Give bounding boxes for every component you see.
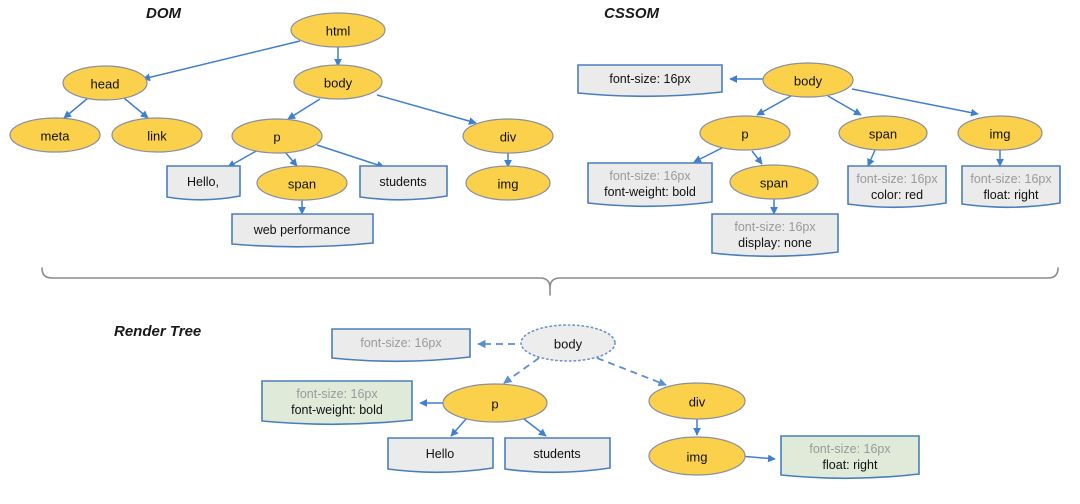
cssom-stylebox-p-inherited: font-size: 16px — [609, 169, 691, 183]
render-node-body[interactable]: body — [520, 324, 616, 362]
cssom-node-span[interactable]: span — [838, 115, 928, 151]
render-tree-group: font-size: 16px body p div img font-size… — [261, 324, 920, 480]
render-node-div[interactable]: div — [648, 382, 746, 420]
render-edge-p-students — [523, 418, 547, 437]
cssom-node-body-label: body — [794, 74, 823, 89]
dom-textnode-webperformance[interactable]: web performance — [231, 213, 374, 248]
dom-node-html[interactable]: html — [290, 12, 386, 48]
dom-node-img-label: img — [498, 177, 519, 192]
render-stylebox-body[interactable]: font-size: 16px — [331, 328, 471, 363]
cssom-stylebox-p[interactable]: font-size: 16px font-weight: bold — [587, 162, 713, 208]
cssom-node-span-nested-label: span — [760, 176, 788, 191]
cssom-stylebox-span-nested[interactable]: font-size: 16px display: none — [711, 213, 839, 258]
cssom-stylebox-body-inherited: font-size: 16px — [609, 72, 691, 86]
render-node-body-label: body — [554, 337, 583, 352]
render-node-img[interactable]: img — [648, 436, 746, 476]
cssom-stylebox-p-own: font-weight: bold — [604, 185, 696, 199]
dom-edge-p-students — [316, 144, 385, 169]
render-textnode-students[interactable]: students — [504, 437, 611, 474]
dom-node-link-label: link — [147, 129, 167, 144]
dom-node-meta[interactable]: meta — [9, 117, 101, 153]
render-tree-section-title: Render Tree — [114, 323, 201, 340]
cssom-stylebox-span-inherited: font-size: 16px — [856, 172, 938, 186]
render-stylebox-body-inherited: font-size: 16px — [360, 336, 442, 350]
cssom-stylebox-span-nested-inherited: font-size: 16px — [734, 220, 816, 234]
dom-tree-group: html head body meta link p div span img … — [9, 12, 554, 248]
cssom-stylebox-img-inherited: font-size: 16px — [970, 172, 1052, 186]
render-stylebox-img[interactable]: font-size: 16px float: right — [780, 435, 920, 480]
dom-edge-head-meta — [63, 97, 89, 119]
dom-textnode-hello-label: Hello, — [187, 175, 219, 189]
render-edge-body-div — [596, 357, 667, 387]
render-edge-body-p — [503, 357, 540, 384]
render-node-img-label: img — [687, 450, 708, 465]
dom-edge-p-hello — [227, 149, 259, 168]
dom-edge-html-head — [142, 40, 301, 82]
cssom-node-p-label: p — [741, 127, 748, 142]
dom-textnode-students[interactable]: students — [359, 165, 448, 201]
dom-node-img[interactable]: img — [465, 165, 551, 201]
dom-node-p[interactable]: p — [231, 118, 323, 154]
dom-node-head-label: head — [91, 77, 120, 92]
dom-node-body-label: body — [324, 76, 353, 91]
merge-brace — [41, 267, 1059, 296]
render-edge-p-hello — [450, 418, 467, 437]
render-node-p-label: p — [491, 397, 498, 412]
cssom-node-img-label: img — [990, 127, 1011, 142]
dom-edge-body-p — [287, 98, 321, 120]
render-stylebox-img-own: float: right — [823, 458, 878, 472]
cpp-dom-cssom-render-tree-diagram: DOM CSSOM Render Tree html head body met… — [9, 5, 1061, 480]
cssom-node-p[interactable]: p — [699, 115, 791, 151]
cssom-edge-body-span — [827, 95, 862, 116]
dom-textnode-hello[interactable]: Hello, — [166, 165, 241, 201]
dom-node-body[interactable]: body — [293, 64, 383, 100]
dom-edge-body-div — [376, 94, 477, 125]
dom-node-div[interactable]: div — [462, 118, 554, 154]
cssom-node-span-label: span — [869, 127, 897, 142]
cssom-edge-body-p — [756, 95, 792, 116]
render-stylebox-p-inherited: font-size: 16px — [296, 387, 378, 401]
cssom-node-img[interactable]: img — [957, 115, 1043, 151]
dom-node-html-label: html — [326, 24, 351, 39]
render-textnode-students-label: students — [533, 447, 580, 461]
render-stylebox-img-inherited: font-size: 16px — [809, 442, 891, 456]
dom-edge-head-link — [123, 97, 149, 119]
dom-node-head[interactable]: head — [62, 65, 148, 101]
dom-textnode-webperformance-label: web performance — [253, 223, 351, 237]
cssom-tree-group: font-size: 16px body p span img span fon… — [577, 62, 1061, 258]
dom-node-div-label: div — [500, 130, 517, 145]
cssom-stylebox-span[interactable]: font-size: 16px color: red — [847, 165, 947, 209]
dom-node-span[interactable]: span — [256, 165, 348, 201]
render-textnode-hello[interactable]: Hello — [387, 437, 494, 474]
merge-brace-path — [41, 267, 1059, 289]
dom-node-p-label: p — [273, 130, 280, 145]
cssom-stylebox-img[interactable]: font-size: 16px float: right — [961, 165, 1061, 209]
dom-edge-p-span — [284, 151, 298, 167]
cssom-stylebox-span-nested-own: display: none — [738, 236, 812, 250]
cssom-node-body[interactable]: body — [762, 62, 854, 98]
render-node-div-label: div — [689, 395, 706, 410]
dom-section-title: DOM — [146, 5, 182, 22]
render-stylebox-p-own: font-weight: bold — [291, 403, 383, 417]
render-stylebox-p[interactable]: font-size: 16px font-weight: bold — [261, 380, 413, 426]
render-textnode-hello-label: Hello — [426, 447, 455, 461]
cssom-edge-p-style — [693, 147, 723, 163]
cssom-stylebox-body[interactable]: font-size: 16px — [577, 64, 723, 98]
cssom-stylebox-img-own: float: right — [984, 188, 1039, 202]
cssom-edge-body-img — [851, 88, 979, 117]
cssom-node-span-nested[interactable]: span — [729, 164, 819, 200]
cssom-stylebox-span-own: color: red — [871, 188, 923, 202]
render-node-p[interactable]: p — [442, 383, 548, 423]
dom-node-meta-label: meta — [41, 129, 71, 144]
cssom-edge-span-style — [867, 149, 876, 167]
dom-textnode-students-label: students — [379, 175, 426, 189]
dom-node-link[interactable]: link — [111, 117, 203, 153]
cssom-edge-p-span2 — [751, 150, 763, 165]
cssom-section-title: CSSOM — [604, 5, 660, 22]
dom-node-span-label: span — [288, 177, 316, 192]
